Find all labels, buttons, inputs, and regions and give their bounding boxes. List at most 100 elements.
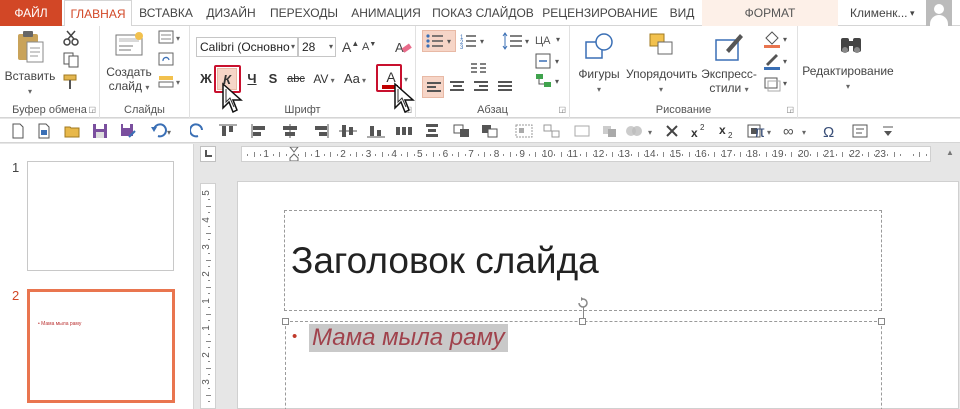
customize-toolbar-icon[interactable] [880, 123, 896, 139]
undo-icon[interactable]: ▾ [150, 123, 176, 139]
pi-equation-icon[interactable]: π ▾ [752, 123, 774, 139]
distribute-vertical-icon[interactable] [422, 123, 442, 139]
copy-icon[interactable] [62, 52, 80, 68]
new-from-template-icon[interactable] [36, 123, 52, 139]
subscript-icon[interactable]: x2 [718, 123, 736, 139]
align-top-icon[interactable] [218, 123, 238, 139]
editing-button[interactable]: Редактирование ▾ [800, 64, 896, 94]
tab-insert[interactable]: ВСТАВКА [134, 0, 198, 26]
tab-design[interactable]: ДИЗАЙН [200, 0, 262, 26]
tab-format[interactable]: ФОРМАТ [702, 0, 838, 26]
paragraph-launcher-icon[interactable]: ◲ [558, 105, 566, 114]
paste-chevron-icon[interactable]: ▾ [28, 87, 32, 96]
resize-handle-top-left[interactable] [282, 318, 289, 325]
new-slide-button[interactable]: Создать слайд ▾ [104, 30, 154, 95]
character-spacing-button[interactable]: AV ▾ [309, 68, 339, 90]
drawing-launcher-icon[interactable]: ◲ [786, 105, 794, 114]
font-name-combo[interactable]: Calibri (Основно ▾ [196, 37, 298, 57]
scroll-up-arrow-icon[interactable]: ▲ [944, 148, 956, 160]
tab-view[interactable]: ВИД [662, 0, 702, 26]
save-icon[interactable] [92, 123, 108, 139]
align-left-objects-icon[interactable] [250, 123, 270, 139]
combine-shapes-icon[interactable]: ▾ [624, 123, 658, 139]
group-icon[interactable] [514, 123, 534, 139]
resize-handle-top-center[interactable] [579, 318, 586, 325]
resize-handle-top-right[interactable] [878, 318, 885, 325]
shape-outline-icon[interactable]: ▾ [762, 52, 792, 70]
justify-button[interactable] [494, 76, 516, 98]
line-spacing-icon[interactable]: ▾ [502, 32, 532, 50]
reset-slide-icon[interactable] [158, 52, 184, 68]
shapes-chevron-icon[interactable]: ▾ [597, 85, 601, 94]
numbering-icon[interactable]: 1 2 3 ▾ [460, 32, 488, 50]
quick-styles-button[interactable]: Экспресс- стили ▾ [698, 30, 760, 97]
align-right-button[interactable] [470, 76, 492, 98]
horizontal-ruler[interactable]: 1 1 2 3 4 5 6 7 8 9 10 11 12 13 14 15 16 17 18 19 20 21 22 23 [241, 146, 931, 162]
tab-animation[interactable]: АНИМАЦИЯ [346, 0, 426, 26]
slide-thumbnail-2[interactable]: • Мама мыла раму [27, 289, 175, 403]
align-middle-icon[interactable] [338, 123, 358, 139]
layout-icon[interactable]: ▾ [158, 30, 184, 46]
font-name-chevron-icon[interactable]: ▾ [291, 38, 295, 56]
user-name[interactable]: Клименк... [850, 0, 908, 26]
save-as-icon[interactable] [120, 123, 136, 139]
tab-file[interactable]: ФАЙЛ [0, 0, 62, 26]
grow-font-button[interactable]: A▲ [342, 39, 359, 55]
align-bottom-icon[interactable] [366, 123, 386, 139]
infinity-icon[interactable]: ∞ ▾ [782, 123, 810, 139]
bring-forward-icon[interactable] [452, 123, 472, 139]
underline-button[interactable]: Ч [242, 68, 262, 90]
shape-fill-icon[interactable]: ▾ [762, 30, 792, 48]
delete-icon[interactable] [664, 123, 680, 139]
tab-slideshow[interactable]: ПОКАЗ СЛАЙДОВ [428, 0, 538, 26]
editing-chevron-icon[interactable]: ▾ [846, 82, 850, 91]
send-backward-icon[interactable] [480, 123, 500, 139]
strikethrough-button[interactable]: abc [284, 68, 308, 90]
indent-marker-icon[interactable] [289, 147, 301, 162]
clipboard-launcher-icon[interactable]: ◲ [88, 105, 96, 114]
text-box-icon[interactable] [852, 123, 868, 139]
change-case-chevron-icon[interactable]: ▾ [360, 76, 366, 85]
tab-stop-selector[interactable] [200, 146, 216, 162]
shapes-button[interactable]: Фигуры ▾ [574, 30, 624, 97]
clear-formatting-icon[interactable]: A [394, 38, 412, 56]
ungroup-icon[interactable] [542, 123, 562, 139]
align-center-button[interactable] [446, 76, 468, 98]
slide-thumbnail-1[interactable] [27, 161, 174, 271]
shape-effects-icon[interactable]: ▾ [762, 74, 792, 92]
open-folder-icon[interactable] [64, 123, 80, 139]
cut-icon[interactable] [62, 30, 80, 46]
font-size-combo[interactable]: 28 ▾ [298, 37, 336, 57]
omega-symbol-icon[interactable]: Ω [822, 123, 840, 139]
regroup-icon[interactable] [572, 123, 592, 139]
binoculars-icon[interactable] [838, 32, 864, 58]
user-menu-chevron-icon[interactable]: ▾ [910, 0, 915, 26]
character-spacing-chevron-icon[interactable]: ▾ [328, 76, 335, 85]
rotate-handle-icon[interactable] [576, 296, 590, 310]
avatar[interactable] [926, 0, 952, 26]
smartart-icon[interactable]: ▾ [534, 72, 564, 90]
arrange-chevron-icon[interactable]: ▾ [659, 85, 663, 94]
selected-body-text[interactable]: Мама мыла раму [309, 324, 508, 352]
tab-transitions[interactable]: ПЕРЕХОДЫ [264, 0, 344, 26]
merge-shapes-icon[interactable] [600, 123, 620, 139]
align-left-button[interactable] [422, 76, 444, 98]
slide-title[interactable]: Заголовок слайда [291, 240, 599, 282]
align-center-objects-icon[interactable] [280, 123, 300, 139]
new-slide-chevron-icon[interactable]: ▾ [145, 83, 149, 92]
paste-button[interactable]: Вставить ▾ [4, 30, 56, 99]
font-size-chevron-icon[interactable]: ▾ [329, 38, 333, 56]
bold-button[interactable]: Ж [196, 68, 216, 90]
align-text-icon[interactable]: ▾ [534, 52, 564, 70]
distribute-horizontal-icon[interactable] [394, 123, 414, 139]
vertical-ruler[interactable]: 5 4 3 2 1 1 2 3 [200, 183, 216, 409]
tab-review[interactable]: РЕЦЕНЗИРОВАНИЕ [540, 0, 660, 26]
redo-icon[interactable] [190, 123, 206, 139]
tab-home[interactable]: ГЛАВНАЯ [64, 0, 132, 27]
format-painter-icon[interactable] [62, 74, 80, 90]
section-icon[interactable]: ▾ [158, 74, 184, 90]
shrink-font-button[interactable]: A▼ [362, 41, 376, 53]
superscript-icon[interactable]: x2 [690, 123, 708, 139]
arrange-button[interactable]: Упорядочить ▾ [626, 30, 697, 97]
new-document-icon[interactable] [10, 123, 26, 139]
